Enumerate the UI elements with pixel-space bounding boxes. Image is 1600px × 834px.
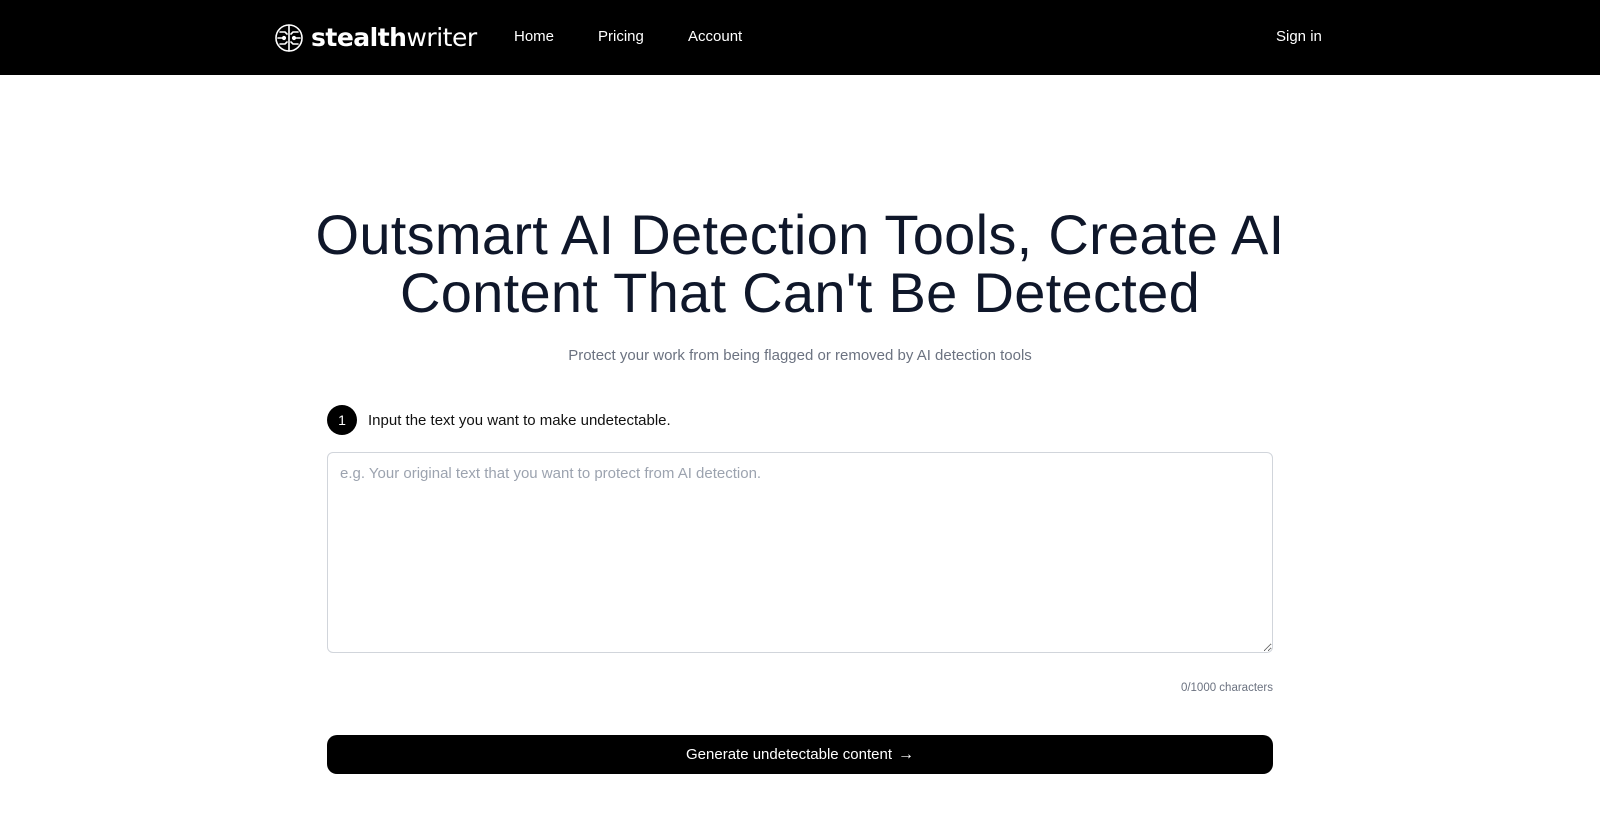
- brand-logo[interactable]: stealthwriter: [274, 20, 477, 56]
- brand-name-bold: stealth: [311, 23, 407, 52]
- generate-button-label: Generate undetectable content: [686, 746, 892, 763]
- top-navbar: stealthwriter Home Pricing Account Sign …: [0, 0, 1600, 75]
- generate-button[interactable]: Generate undetectable content →: [327, 735, 1273, 774]
- page-subtitle: Protect your work from being flagged or …: [568, 347, 1032, 364]
- arrow-right-icon: →: [898, 745, 914, 763]
- step-1-header: 1 Input the text you want to make undete…: [327, 405, 671, 435]
- step-label: Input the text you want to make undetect…: [368, 411, 671, 429]
- nav-pricing-link[interactable]: Pricing: [598, 27, 644, 47]
- brand-name: stealthwriter: [311, 20, 477, 56]
- brand-name-light: writer: [406, 23, 477, 52]
- sign-in-link[interactable]: Sign in: [1276, 27, 1322, 47]
- brain-circuit-icon: [274, 23, 304, 53]
- step-number-badge: 1: [327, 405, 357, 435]
- page-title: Outsmart AI Detection Tools, Create AI C…: [315, 203, 1285, 324]
- nav-home-link[interactable]: Home: [514, 27, 554, 47]
- source-text-input[interactable]: [327, 452, 1273, 653]
- character-counter: 0/1000 characters: [1180, 682, 1273, 694]
- nav-account-link[interactable]: Account: [688, 27, 742, 47]
